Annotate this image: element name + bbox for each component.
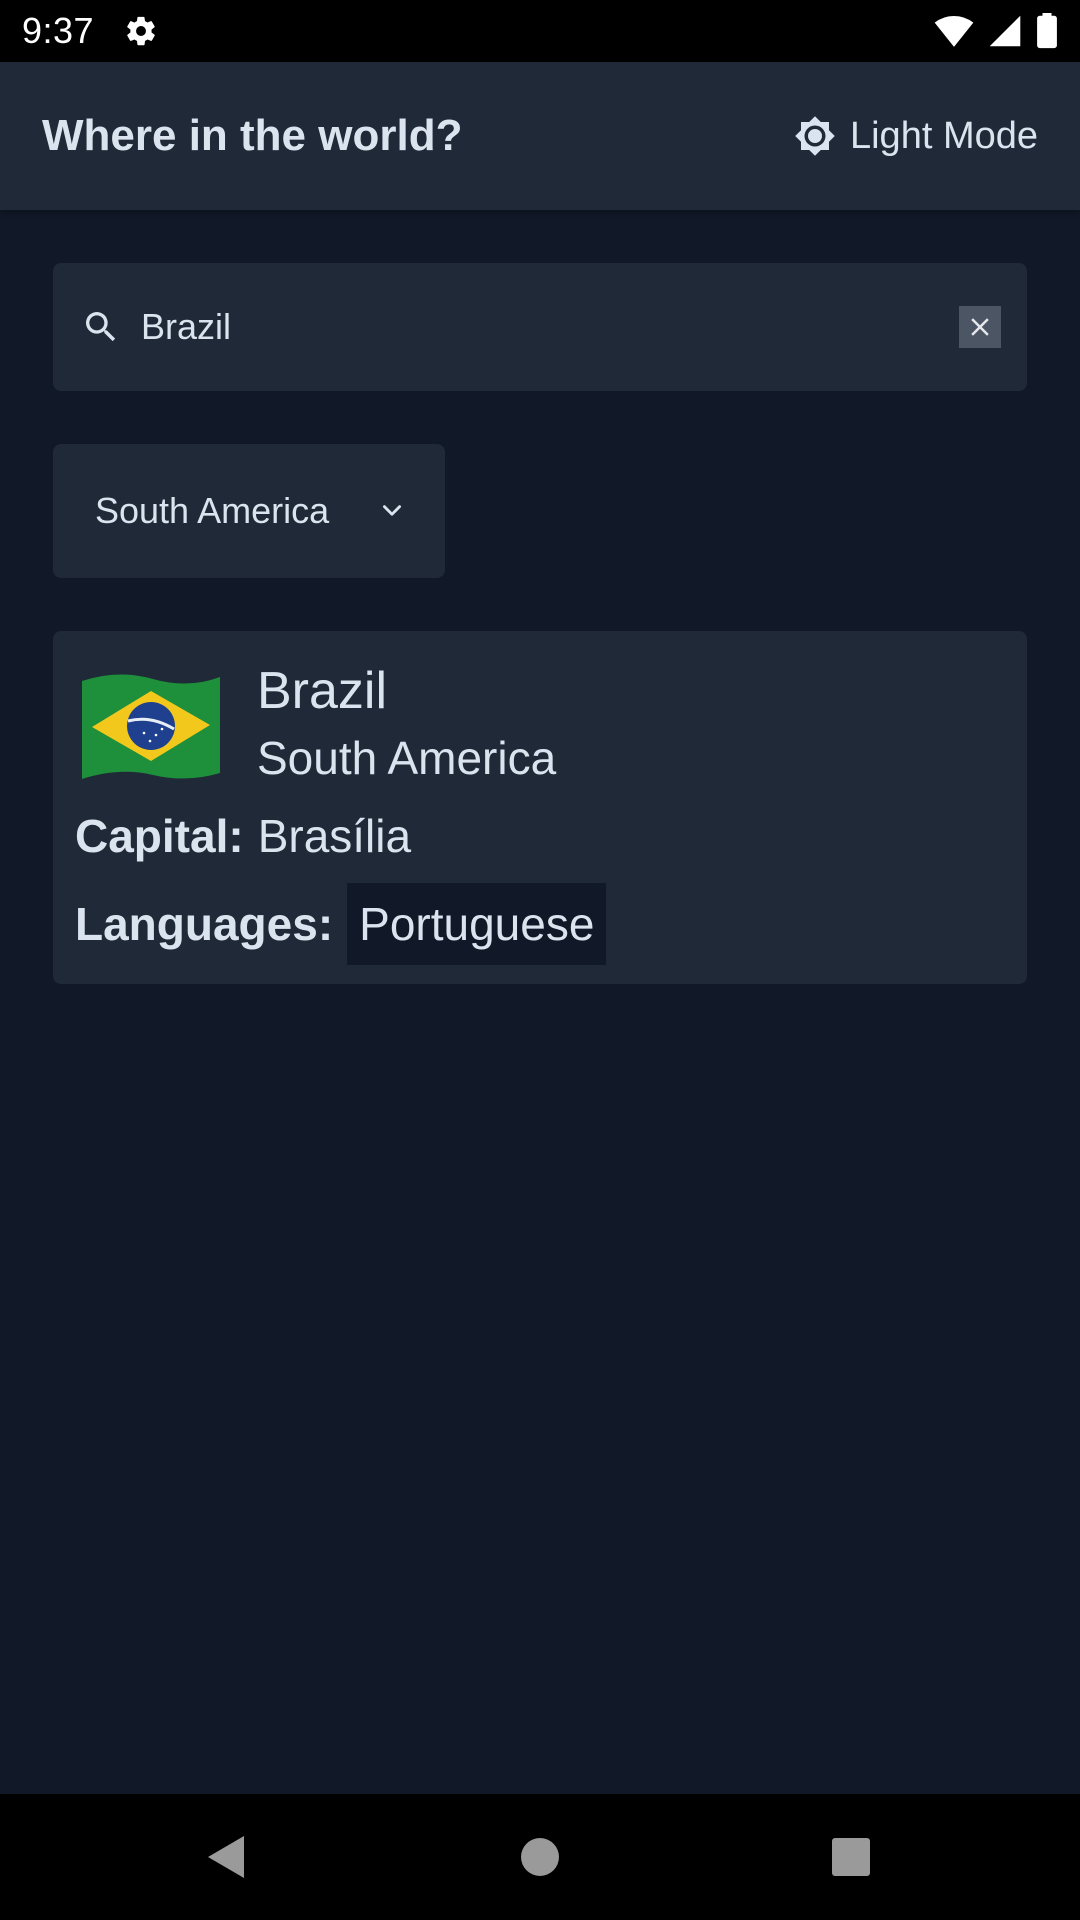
capital-value: Brasília <box>257 810 412 862</box>
battery-icon <box>1037 13 1057 49</box>
languages-row: Languages: Portuguese <box>75 883 607 965</box>
search-box[interactable] <box>53 263 1027 391</box>
language-chip: Portuguese <box>347 883 607 965</box>
capital-label: Capital: <box>75 810 244 862</box>
country-region: South America <box>257 732 557 784</box>
country-card[interactable]: Brazil South America Capital: Brasília L… <box>53 631 1027 984</box>
system-nav-bar <box>0 1794 1080 1920</box>
settings-icon <box>127 16 155 46</box>
search-icon <box>86 312 116 342</box>
home-icon[interactable] <box>520 1834 560 1880</box>
signal-icon <box>989 15 1021 47</box>
languages-label: Languages: <box>75 898 334 950</box>
clear-search-button[interactable] <box>959 306 1001 348</box>
sun-icon <box>795 116 835 156</box>
back-icon[interactable] <box>204 1834 248 1880</box>
region-filter-value: South America <box>95 490 330 531</box>
light-mode-toggle[interactable]: Light Mode <box>794 115 1038 158</box>
light-mode-label: Light Mode <box>849 114 1038 157</box>
search-input[interactable] <box>141 306 959 348</box>
country-name: Brazil <box>257 662 388 720</box>
wifi-icon <box>934 15 974 47</box>
app-title: Where in the world? <box>42 111 463 160</box>
app-header: Where in the world? Light Mode <box>0 62 1080 210</box>
close-icon <box>971 318 989 336</box>
status-bar: 9:37 <box>0 0 1080 62</box>
status-time: 9:37 <box>22 10 95 51</box>
region-filter-select[interactable]: South America <box>53 444 445 578</box>
recents-icon[interactable] <box>831 1834 871 1880</box>
chevron-down-icon <box>383 505 401 516</box>
brazil-flag <box>82 674 220 779</box>
capital-row: Capital: Brasília <box>75 809 411 863</box>
